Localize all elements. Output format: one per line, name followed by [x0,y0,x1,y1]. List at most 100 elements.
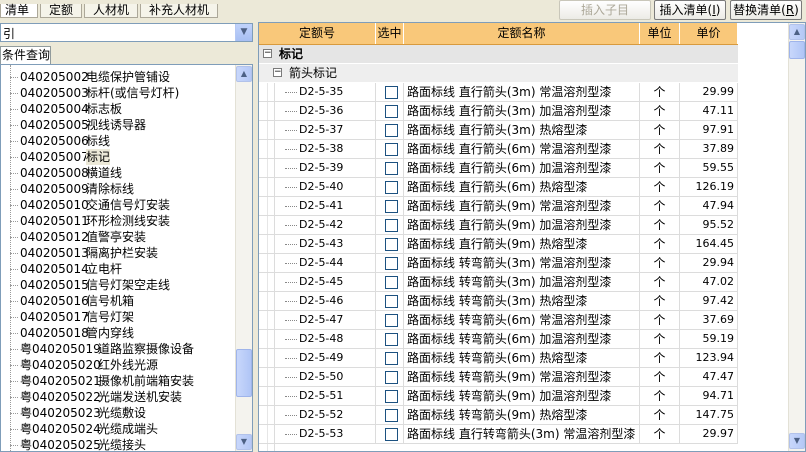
select-checkbox[interactable] [385,105,398,118]
table-row[interactable]: D2-5-44 路面标线 转弯箭头(3m) 常温溶剂型漆个 29.94 [259,254,738,273]
table-row[interactable]: D2-5-48 路面标线 转弯箭头(6m) 加温溶剂型漆个 59.19 [259,330,738,349]
tab-quota[interactable]: 定额 [40,4,83,18]
table-row[interactable]: D2-5-39 路面标线 直行箭头(6m) 加温溶剂型漆个 59.55 [259,159,738,178]
cell-unit: 个 [640,197,680,216]
tree-item-code: 粤040205020 [20,358,101,372]
header-quota-name[interactable]: 定额名称 [404,23,640,44]
scroll-thumb[interactable] [789,41,805,59]
header-price[interactable]: 单价 [680,23,738,44]
tree-item-name: 信号灯架空走线 [86,278,171,292]
tree-connector [285,111,297,112]
select-checkbox[interactable] [385,200,398,213]
select-checkbox[interactable] [385,143,398,156]
collapse-icon[interactable]: − [263,49,272,58]
tree-item-code: 040205009 [20,182,89,196]
tab-materials[interactable]: 人材机 [84,4,139,18]
header-selected[interactable]: 选中 [376,23,404,44]
table-row[interactable]: D2-5-46 路面标线 转弯箭头(3m) 热熔型漆个 97.42 [259,292,738,311]
table-row[interactable]: D2-5-36 路面标线 直行箭头(3m) 加温溶剂型漆个 47.11 [259,102,738,121]
table-row[interactable]: D2-5-42 路面标线 直行箭头(9m) 加温溶剂型漆个 95.52 [259,216,738,235]
cell-quota-name: 路面标线 直行箭头(9m) 加温溶剂型漆 [404,216,640,235]
select-checkbox[interactable] [385,428,398,441]
cell-quota-id: D2-5-39 [275,159,376,178]
tab-supplement-materials[interactable]: 补充人材机 [140,4,219,18]
select-checkbox[interactable] [385,409,398,422]
table-row[interactable]: D2-5-37 路面标线 直行箭头(3m) 热熔型漆个 97.91 [259,121,738,140]
table-row[interactable]: D2-5-50 路面标线 转弯箭头(9m) 常温溶剂型漆个 47.47 [259,368,738,387]
insert-child-button[interactable]: 插入子目 [559,0,651,20]
scroll-down-icon[interactable]: ▼ [236,434,252,450]
select-checkbox[interactable] [385,390,398,403]
select-checkbox[interactable] [385,352,398,365]
replace-list-button[interactable]: 替换清单(R) [730,0,802,20]
cell-quota-name: 路面标线 直行箭头(9m) 热熔型漆 [404,235,640,254]
scroll-up-icon[interactable]: ▲ [789,24,805,40]
tree-item-code: 粤040205024 [20,422,101,436]
table-row[interactable]: D2-5-41 路面标线 直行箭头(9m) 常温溶剂型漆个 47.94 [259,197,738,216]
cell-select [376,178,404,197]
cell-quota-id: D2-5-38 [275,140,376,159]
insert-list-button[interactable]: 插入清单(I) [654,0,726,20]
select-checkbox[interactable] [385,333,398,346]
table-row[interactable]: D2-5-52 路面标线 转弯箭头(9m) 热熔型漆个 147.75 [259,406,738,425]
table-row[interactable]: D2-5-53 路面标线 直行转弯箭头(3m) 常温溶剂型漆个 29.97 [259,425,738,444]
select-checkbox[interactable] [385,219,398,232]
tree-connector [285,92,297,93]
header-quota-id[interactable]: 定额号 [259,23,376,44]
table-row[interactable]: D2-5-45 路面标线 转弯箭头(3m) 加温溶剂型漆个 47.02 [259,273,738,292]
tree-scrollbar[interactable]: ▲ ▼ [235,65,252,451]
table-row[interactable]: D2-5-43 路面标线 直行箭头(9m) 热熔型漆个 164.45 [259,235,738,254]
tab-list[interactable]: 清单 [0,4,39,18]
table-row[interactable]: D2-5-35 路面标线 直行箭头(3m) 常温溶剂型漆个 29.99 [259,83,738,102]
select-checkbox[interactable] [385,162,398,175]
cell-select [376,368,404,387]
tree-item-name: 信号机箱 [86,294,135,308]
cell-unit: 个 [640,406,680,425]
quota-id-text: D2-5-41 [299,199,344,212]
collapse-icon[interactable]: − [273,68,282,77]
quota-id-text: D2-5-50 [299,370,344,383]
table-row[interactable]: D2-5-49 路面标线 转弯箭头(6m) 热熔型漆个 123.94 [259,349,738,368]
group-row-arrow-marker[interactable]: − 箭头标记 [259,64,738,82]
scroll-down-icon[interactable]: ▼ [789,433,805,449]
cell-select [376,349,404,368]
cell-quota-name: 路面标线 转弯箭头(3m) 热熔型漆 [404,292,640,311]
tree-item-name: 视线诱导器 [86,118,147,132]
select-checkbox[interactable] [385,371,398,384]
tree-connector [285,377,297,378]
select-checkbox[interactable] [385,257,398,270]
cell-select [376,140,404,159]
select-checkbox[interactable] [385,181,398,194]
tree-item-code: 040205016 [20,294,89,308]
select-checkbox[interactable] [385,295,398,308]
tree-connector [285,244,297,245]
chevron-down-icon[interactable]: ▼ [235,24,252,41]
tree-connector [10,285,18,286]
select-checkbox[interactable] [385,86,398,99]
tree-item-name: 红外线光源 [98,358,159,372]
scroll-thumb[interactable] [236,349,252,397]
scroll-up-icon[interactable]: ▲ [236,66,252,82]
table-row[interactable]: D2-5-51 路面标线 转弯箭头(9m) 加温溶剂型漆个 94.71 [259,387,738,406]
app-window: 清单 定额 人材机 补充人材机 插入子目 插入清单(I) 替换清单(R) 引 ▼… [0,0,806,452]
header-unit[interactable]: 单位 [640,23,680,44]
tab-condition-query[interactable]: 条件查询 [0,46,51,64]
cell-select [376,292,404,311]
select-checkbox[interactable] [385,238,398,251]
cell-price: 97.42 [680,292,738,311]
tree-connector [10,381,18,382]
cell-price: 97.91 [680,121,738,140]
cell-quota-name: 路面标线 直行箭头(9m) 常温溶剂型漆 [404,197,640,216]
select-checkbox[interactable] [385,276,398,289]
cell-price: 123.94 [680,349,738,368]
grid-scrollbar[interactable]: ▲ ▼ [788,23,805,451]
index-combobox[interactable]: 引 ▼ [0,23,253,42]
group-row-marker[interactable]: − 标记 [259,45,738,63]
table-row[interactable]: D2-5-38 路面标线 直行箭头(6m) 常温溶剂型漆个 37.89 [259,140,738,159]
select-checkbox[interactable] [385,314,398,327]
select-checkbox[interactable] [385,124,398,137]
table-row[interactable]: D2-5-47 路面标线 转弯箭头(6m) 常温溶剂型漆个 37.69 [259,311,738,330]
table-row[interactable]: D2-5-40 路面标线 直行箭头(6m) 热熔型漆个 126.19 [259,178,738,197]
tree-item-code: 040205014 [20,262,89,276]
tree-item-code: 粤040205022 [20,390,101,404]
